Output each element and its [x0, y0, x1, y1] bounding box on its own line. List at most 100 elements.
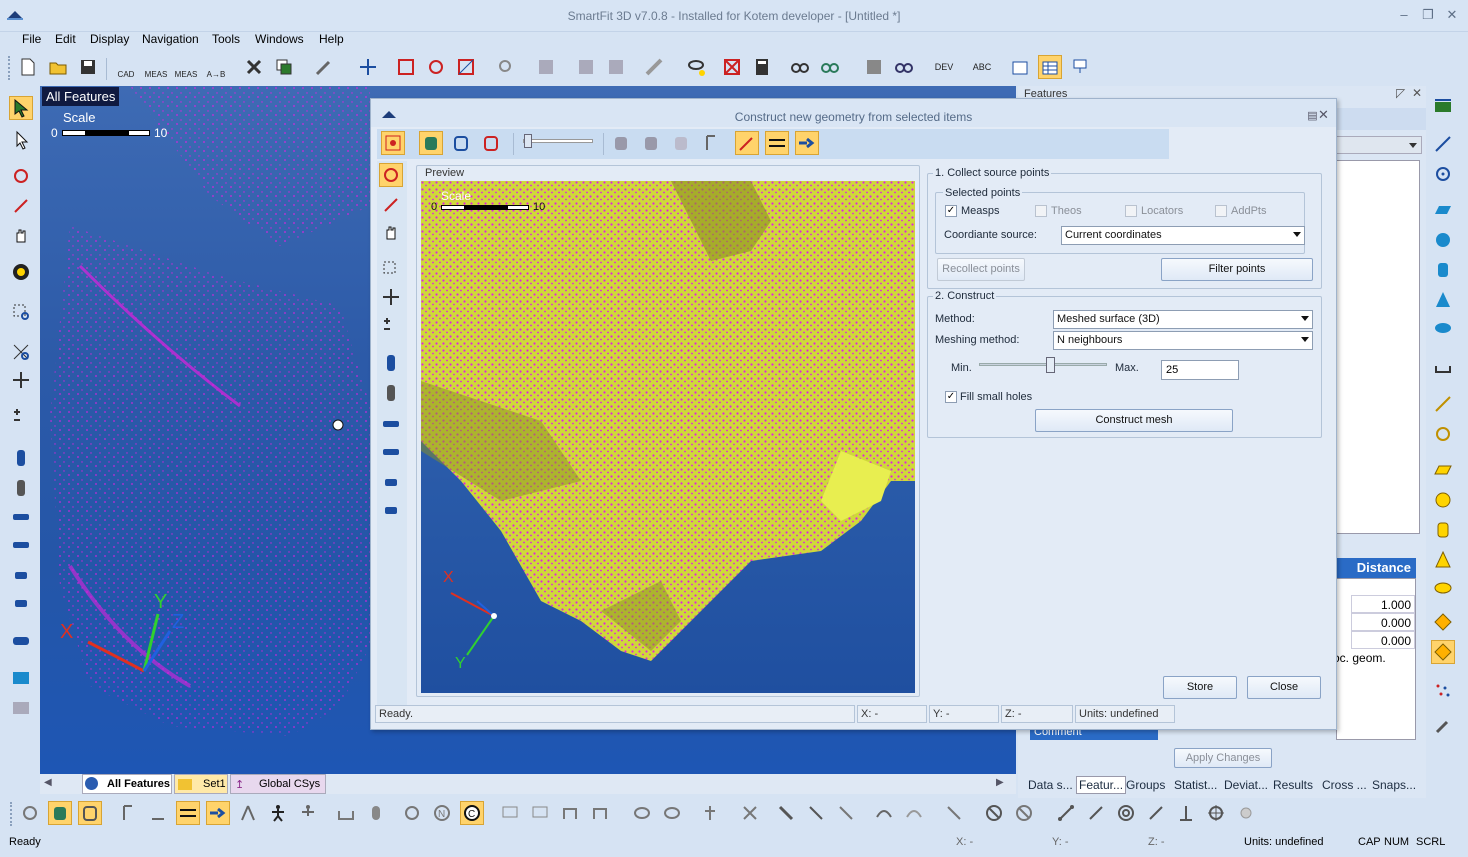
menu-windows[interactable]: Windows — [255, 32, 304, 52]
align-tool2-icon[interactable] — [588, 801, 612, 825]
view-right-icon[interactable] — [9, 532, 33, 556]
capsule-icon[interactable] — [364, 801, 388, 825]
dlg-rotate-icon[interactable] — [379, 163, 403, 187]
locators-checkbox[interactable] — [1125, 205, 1137, 217]
tool-a-icon[interactable] — [236, 801, 260, 825]
shade2-icon[interactable] — [639, 131, 663, 155]
open-folder-icon[interactable] — [46, 55, 70, 79]
rotate-icon[interactable] — [9, 164, 33, 188]
menu-file[interactable]: File — [22, 32, 41, 52]
neighbours-slider[interactable] — [979, 357, 1107, 373]
spin-icon[interactable] — [9, 260, 33, 284]
mesh-icon[interactable] — [1431, 640, 1455, 664]
transfer-tool-icon[interactable] — [206, 801, 230, 825]
tab-features[interactable]: Featur... — [1076, 776, 1127, 794]
view-back-icon[interactable] — [9, 590, 33, 614]
tab-set1[interactable]: Set1 — [174, 774, 228, 794]
dlg-zoom-window-icon[interactable] — [379, 257, 403, 281]
dlg-view-left-icon[interactable] — [379, 411, 403, 435]
dialog-close-icon[interactable]: ✕ — [1311, 107, 1336, 123]
compass-icon[interactable] — [942, 801, 966, 825]
point2-icon[interactable] — [1431, 422, 1455, 446]
distance-value-2[interactable]: 0.000 — [1351, 613, 1415, 631]
coord-source-select[interactable]: Current coordinates — [1061, 226, 1305, 245]
menu-display[interactable]: Display — [90, 32, 129, 52]
tab-all-features[interactable]: All Features — [82, 774, 172, 794]
tab-global-csys[interactable]: ↥ Global CSys — [230, 774, 326, 794]
network-icon[interactable] — [1068, 55, 1092, 79]
measure-tool-icon[interactable] — [642, 55, 666, 79]
dlg-view-right-icon[interactable] — [379, 439, 403, 463]
slider-tool-icon[interactable] — [765, 131, 789, 155]
clear-selection-icon[interactable] — [720, 55, 744, 79]
menu-help[interactable]: Help — [319, 32, 344, 52]
no-entry-icon[interactable] — [982, 801, 1006, 825]
save-icon[interactable] — [76, 55, 100, 79]
abc-icon[interactable]: ABC — [970, 55, 994, 79]
cylinder-icon[interactable] — [1431, 258, 1455, 282]
theos-checkbox[interactable] — [1035, 205, 1047, 217]
abc-tool-icon[interactable] — [528, 801, 552, 825]
dlg-view-back-icon[interactable] — [379, 497, 403, 521]
torus2-icon[interactable] — [1431, 576, 1455, 600]
cone-icon[interactable] — [1431, 288, 1455, 312]
distance-value-1[interactable]: 1.000 — [1351, 595, 1415, 613]
delete-icon[interactable] — [242, 55, 266, 79]
arrow-nw2-icon[interactable] — [804, 801, 828, 825]
arrow-tool-icon[interactable] — [735, 131, 759, 155]
menu-navigation[interactable]: Navigation — [142, 32, 199, 52]
dlg-zoom-inout-icon[interactable] — [379, 313, 403, 337]
no-entry2-icon[interactable] — [1012, 801, 1036, 825]
disc-icon[interactable] — [1234, 801, 1258, 825]
tab-data-sets[interactable]: Data s... — [1028, 778, 1073, 792]
n-icon[interactable]: N — [430, 801, 454, 825]
box-icon[interactable] — [334, 801, 358, 825]
addpts-checkbox[interactable] — [1215, 205, 1227, 217]
dlg-view-bottom-icon[interactable] — [379, 381, 403, 405]
glasses3-icon[interactable] — [892, 55, 916, 79]
meshing-method-select[interactable]: N neighbours — [1053, 331, 1313, 350]
lasso-icon[interactable] — [684, 55, 708, 79]
shaded-icon[interactable] — [48, 801, 72, 825]
tools-icon[interactable] — [1431, 714, 1455, 738]
close-icon[interactable]: ✕ — [1444, 8, 1460, 22]
slot-icon[interactable] — [1431, 356, 1455, 380]
pin-icon[interactable]: ◸ — [1396, 86, 1405, 100]
scatter-icon[interactable] — [1431, 678, 1455, 702]
tab-cross-sections[interactable]: Cross ... — [1322, 778, 1367, 792]
pin-tool-icon[interactable] — [698, 801, 722, 825]
rotate-axis-icon[interactable] — [9, 194, 33, 218]
view-front-icon[interactable] — [9, 562, 33, 586]
close-button[interactable]: Close — [1247, 676, 1321, 699]
offset-icon[interactable] — [630, 801, 654, 825]
cad-import-icon[interactable]: CAD — [114, 55, 138, 79]
stand-icon[interactable] — [1174, 801, 1198, 825]
zoom-in-out-icon[interactable] — [9, 404, 33, 428]
dlg-view-front-icon[interactable] — [379, 469, 403, 493]
recollect-points-button[interactable]: Recollect points — [937, 258, 1025, 281]
select-path-icon[interactable] — [454, 55, 478, 79]
arrow-nw-icon[interactable] — [774, 801, 798, 825]
calculator-icon[interactable] — [750, 55, 774, 79]
offset2-icon[interactable] — [660, 801, 684, 825]
meas-import2-icon[interactable]: MEAS — [174, 55, 198, 79]
point-icon[interactable] — [1431, 162, 1455, 186]
pointer-icon[interactable] — [9, 128, 33, 152]
deviation-view-icon[interactable] — [479, 131, 503, 155]
search-icon[interactable] — [494, 55, 518, 79]
align-icon[interactable] — [574, 55, 598, 79]
align2-icon[interactable] — [604, 55, 628, 79]
menu-edit[interactable]: Edit — [55, 32, 76, 52]
a-to-b-icon[interactable]: A→B — [204, 55, 228, 79]
view-bottom-icon[interactable] — [9, 476, 33, 500]
properties-grid[interactable]: 1.000 0.000 0.000 oc. geom. — [1333, 578, 1416, 740]
dlg-view-top-icon[interactable] — [379, 351, 403, 375]
shade1-icon[interactable] — [609, 131, 633, 155]
report-icon[interactable] — [1008, 55, 1032, 79]
line-tool3-icon[interactable] — [1144, 801, 1168, 825]
method-select[interactable]: Meshed surface (3D) — [1053, 310, 1313, 329]
sphere-icon[interactable] — [1431, 610, 1455, 634]
select-region-icon[interactable] — [394, 55, 418, 79]
hand-tool2-icon[interactable] — [902, 801, 926, 825]
view-iso-icon[interactable] — [9, 628, 33, 652]
